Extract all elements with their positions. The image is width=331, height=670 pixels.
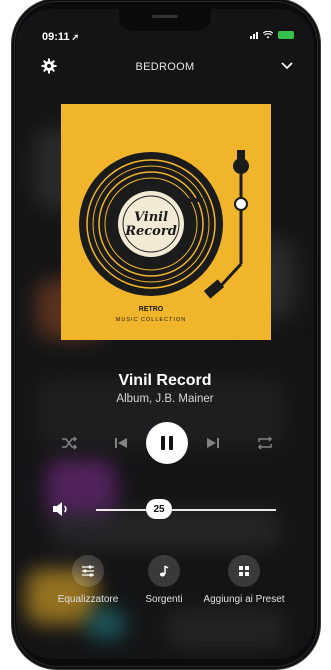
vinyl-record-illustration: Vinil Record RETRO MUSIC COLLECTION	[79, 150, 249, 323]
track-subtitle: Album, J.B. Mainer	[116, 393, 214, 405]
track-title: Vinil Record	[118, 372, 212, 389]
action-bar: Equalizzatore Sorgenti Aggiungi ai Prese…	[16, 555, 314, 625]
signal-icon	[250, 31, 258, 39]
sources-button[interactable]: Sorgenti	[119, 555, 209, 605]
add-preset-button[interactable]: Aggiungi ai Preset	[199, 555, 289, 605]
pause-icon	[169, 436, 173, 450]
volume-slider-track[interactable]	[96, 509, 276, 511]
cover-line1: Vinil	[134, 210, 168, 225]
album-art: Vinil Record RETRO MUSIC COLLECTION	[61, 104, 271, 340]
cover-collection: MUSIC COLLECTION	[116, 317, 186, 323]
add-preset-label: Aggiungi ai Preset	[203, 594, 285, 605]
speaker-icon[interactable]	[52, 501, 70, 517]
music-note-icon	[148, 555, 180, 587]
shuffle-icon[interactable]	[60, 434, 78, 452]
next-track-icon[interactable]	[204, 434, 222, 452]
cover-line2: Record	[124, 224, 177, 239]
volume-value: 25	[153, 503, 165, 515]
chevron-down-icon[interactable]	[280, 61, 294, 71]
room-title[interactable]: BEDROOM	[16, 61, 314, 73]
repeat-icon[interactable]	[256, 434, 274, 452]
status-bar: 09:11 ➚	[16, 9, 314, 49]
location-arrow-icon: ➚	[71, 32, 80, 42]
pause-button[interactable]	[146, 422, 188, 464]
playback-controls	[16, 422, 314, 468]
wifi-icon	[263, 31, 273, 39]
speaker-grille	[152, 15, 178, 18]
status-time-text: 09:11	[42, 31, 70, 43]
status-time: 09:11 ➚	[42, 31, 79, 43]
notch	[119, 9, 211, 31]
pause-icon	[161, 436, 165, 450]
cover-retro: RETRO	[139, 306, 164, 313]
volume-control: 25	[16, 497, 314, 527]
room-header: BEDROOM	[16, 56, 314, 80]
battery-icon	[278, 31, 294, 39]
grid-icon	[228, 555, 260, 587]
sources-label: Sorgenti	[145, 594, 183, 605]
volume-slider-handle[interactable]: 25	[146, 499, 172, 519]
equalizer-icon	[72, 555, 104, 587]
previous-track-icon[interactable]	[112, 434, 130, 452]
status-icons	[250, 31, 294, 39]
app-screen: 09:11 ➚ BEDROOM Vinil Record RETRO MUSIC…	[16, 9, 314, 659]
